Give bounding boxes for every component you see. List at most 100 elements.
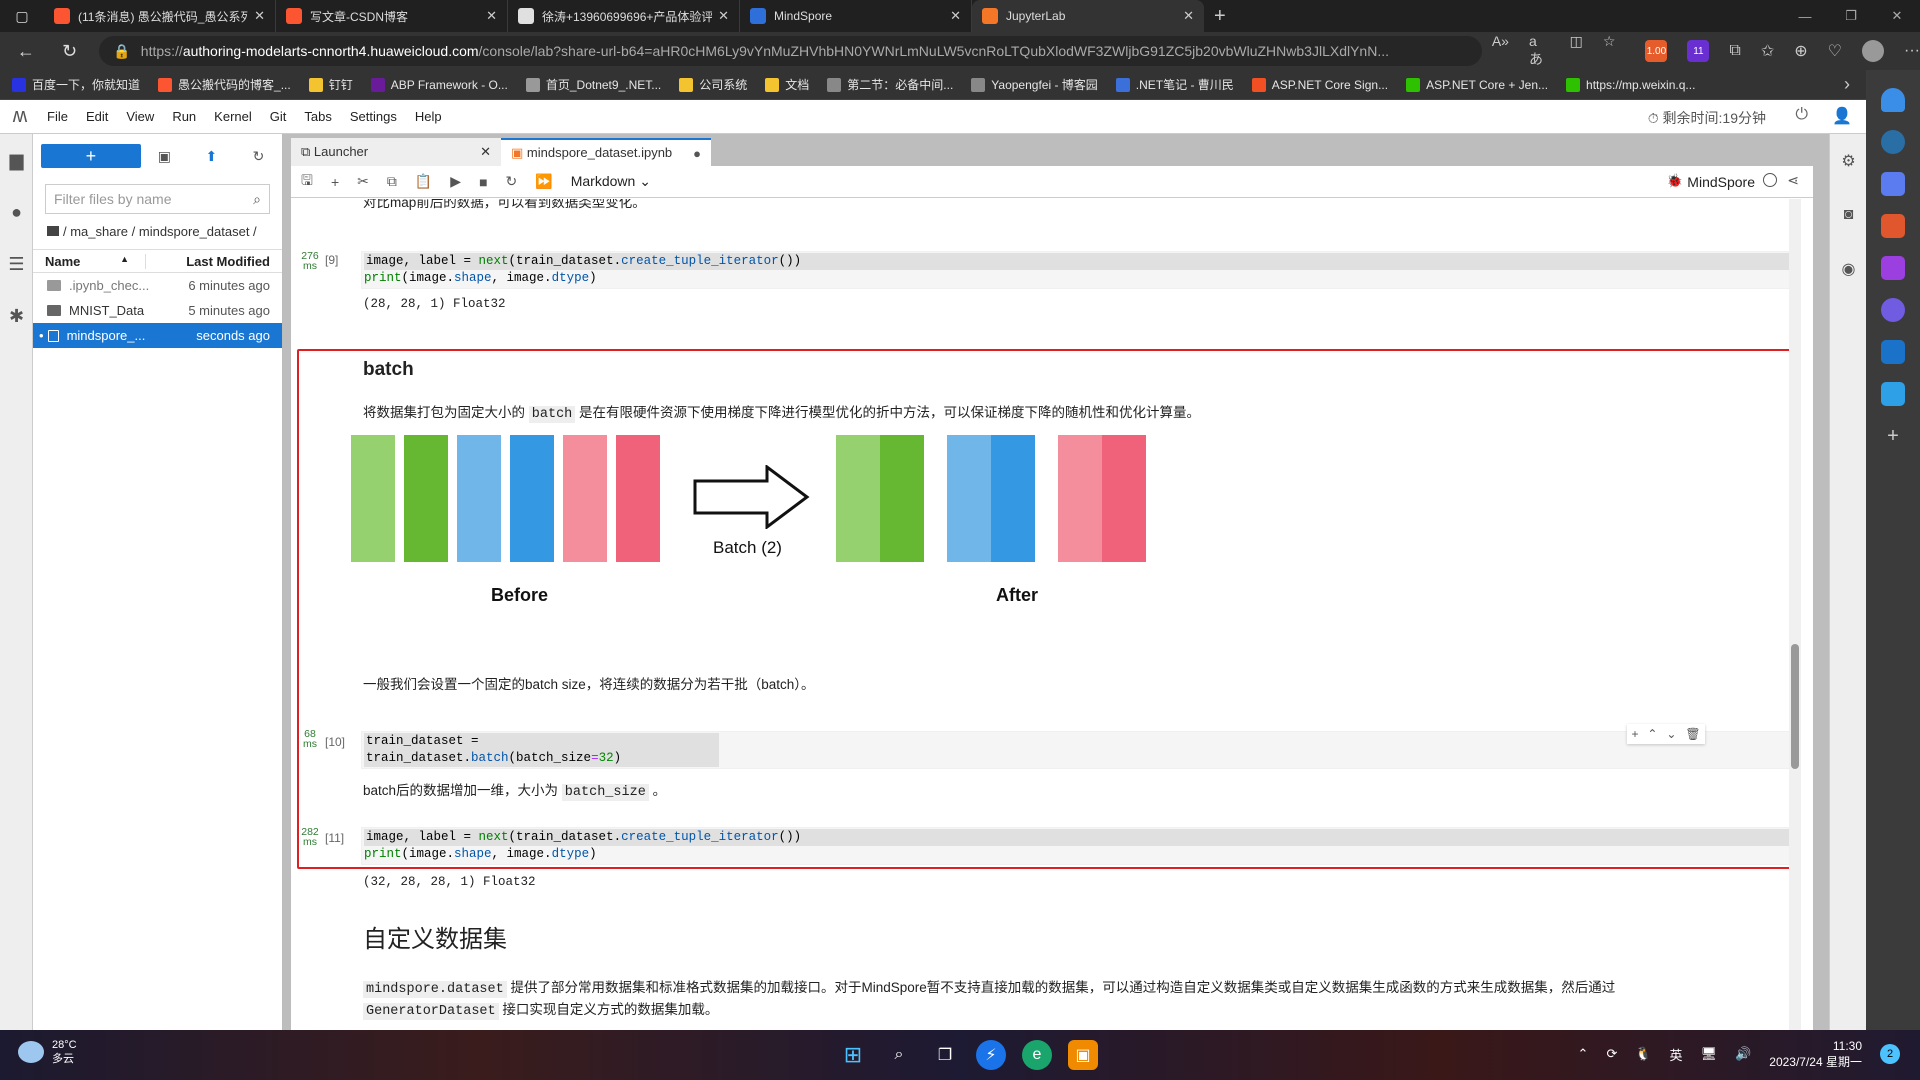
refresh-icon[interactable]: ↻ <box>52 33 88 69</box>
breadcrumb[interactable]: / ma_share / mindspore_dataset / <box>47 224 268 239</box>
column-name[interactable]: Name ▲ <box>33 253 146 269</box>
code-cell[interactable]: image, label = next(train_dataset.create… <box>361 827 1801 865</box>
file-row[interactable]: • mindspore_... seconds ago <box>33 323 282 348</box>
show-hidden-icons[interactable]: ⌃ <box>1578 1046 1589 1062</box>
code-cell[interactable]: image, label = next(train_dataset.create… <box>361 251 1801 289</box>
bookmark-item[interactable]: ABP Framework - O... <box>370 77 508 92</box>
column-last-modified[interactable]: Last Modified <box>146 254 282 269</box>
refresh-files-icon[interactable]: ↻ <box>235 148 282 165</box>
code-cell[interactable]: train_dataset = train_dataset.batch(batc… <box>361 731 1801 769</box>
bookmark-item[interactable]: https://mp.weixin.q... <box>1566 77 1695 92</box>
move-up-icon[interactable]: ⌃ <box>1647 727 1657 741</box>
send-icon[interactable] <box>1881 382 1905 406</box>
power-icon[interactable]: ⏻ <box>1795 106 1808 124</box>
tab-actions-icon[interactable]: ▢ <box>0 0 44 32</box>
bookmark-item[interactable]: 第二节：必备中间... <box>827 76 953 93</box>
stop-icon[interactable]: ■ <box>479 174 487 190</box>
close-tab-icon[interactable]: ✕ <box>950 8 961 24</box>
search-icon[interactable]: ⌕ <box>884 1040 914 1070</box>
cell-type-select[interactable]: Markdown ⌄ <box>571 173 651 190</box>
menu-tabs[interactable]: Tabs <box>304 109 331 124</box>
user-icon[interactable]: 👤 <box>1832 106 1852 126</box>
menu-file[interactable]: File <box>47 109 68 124</box>
extension-icon[interactable]: 1.00 <box>1645 40 1668 62</box>
favorites-icon[interactable]: ✩ <box>1761 41 1774 61</box>
debugger-icon[interactable]: 🐞 <box>1667 173 1683 189</box>
ime-indicator[interactable]: 英 <box>1670 1045 1683 1064</box>
more-menu-icon[interactable]: ··· <box>1904 42 1920 60</box>
notification-badge[interactable]: 2 <box>1880 1044 1900 1064</box>
kernel-name[interactable]: MindSpore <box>1687 174 1755 190</box>
tag-icon[interactable] <box>1881 172 1905 196</box>
menu-git[interactable]: Git <box>270 109 287 124</box>
menu-view[interactable]: View <box>126 109 154 124</box>
task-view-icon[interactable]: ❐ <box>930 1040 960 1070</box>
add-cell-icon[interactable]: + <box>1631 727 1638 741</box>
notebook-scrollbar[interactable] <box>1789 199 1801 1030</box>
qq-icon[interactable]: 🐧 <box>1635 1046 1651 1062</box>
start-icon[interactable]: ⊞ <box>838 1040 868 1070</box>
browser-tab[interactable]: (11条消息) 愚公搬代码_愚公系列 ✕ <box>44 0 276 32</box>
collections-icon[interactable]: ⊕ <box>1794 41 1807 61</box>
restore-button[interactable]: ❐ <box>1828 0 1874 32</box>
browser-essentials-icon[interactable]: ♡ <box>1828 41 1842 61</box>
extensions-icon[interactable]: ✱ <box>0 290 33 342</box>
tab-launcher[interactable]: ⧉ Launcher ✕ <box>291 138 501 166</box>
read-aloud-icon[interactable]: A» <box>1492 33 1509 69</box>
share-icon[interactable]: ⋖ <box>1787 172 1799 189</box>
new-folder-icon[interactable]: ▣ <box>141 148 188 165</box>
new-launcher-button[interactable]: + <box>41 144 141 168</box>
close-tab-icon[interactable]: ✕ <box>486 8 497 24</box>
split-screen-icon[interactable]: ◫ <box>1570 33 1583 69</box>
extension-icon[interactable]: 11 <box>1687 40 1710 62</box>
browser-tab[interactable]: JupyterLab ✕ <box>972 0 1204 32</box>
weather-widget[interactable]: 28°C 多云 <box>18 1038 77 1066</box>
bookmark-item[interactable]: ASP.NET Core Sign... <box>1251 77 1388 92</box>
copilot-icon[interactable] <box>1881 298 1905 322</box>
restart-icon[interactable]: ↻ <box>506 173 518 190</box>
vmware-icon[interactable]: ▣ <box>1068 1040 1098 1070</box>
run-all-icon[interactable]: ⏩ <box>535 173 552 190</box>
menu-help[interactable]: Help <box>415 109 442 124</box>
bookmark-item[interactable]: Yaopengfei - 博客园 <box>971 76 1098 93</box>
new-tab-button[interactable]: + <box>1214 5 1226 28</box>
back-icon[interactable]: ← <box>8 33 44 69</box>
filter-files-input[interactable]: Filter files by name ⌕ <box>45 184 270 214</box>
delete-cell-icon[interactable]: 🗑 <box>1685 727 1700 741</box>
scrollbar-thumb[interactable] <box>1791 644 1799 769</box>
search-icon[interactable] <box>1881 130 1905 154</box>
sync-icon[interactable]: ⟳ <box>1606 1046 1617 1062</box>
tab-notebook[interactable]: ▣ mindspore_dataset.ipynb ● <box>501 138 711 166</box>
bookmark-item[interactable]: .NET笔记 - 曹川民 <box>1115 76 1234 93</box>
unsaved-dot-icon[interactable]: ● <box>693 146 701 161</box>
file-row[interactable]: MNIST_Data 5 minutes ago <box>33 298 282 323</box>
clock[interactable]: 11:30 2023/7/24 星期一 <box>1769 1038 1862 1070</box>
profile-avatar[interactable] <box>1862 40 1885 62</box>
bookmark-item[interactable]: 文档 <box>765 76 809 93</box>
minimize-button[interactable]: — <box>1782 0 1828 32</box>
close-tab-icon[interactable]: ✕ <box>718 8 729 24</box>
games-icon[interactable] <box>1881 256 1905 280</box>
layers-icon[interactable]: ◉ <box>1830 242 1867 296</box>
property-inspector-icon[interactable]: ⚙ <box>1830 134 1867 188</box>
menu-settings[interactable]: Settings <box>350 109 397 124</box>
bookmark-item[interactable]: 首页_Dotnet9_.NET... <box>525 76 661 93</box>
close-tab-icon[interactable]: ✕ <box>1183 8 1194 24</box>
move-down-icon[interactable]: ⌄ <box>1666 727 1676 741</box>
add-icon[interactable]: + <box>1881 424 1905 448</box>
menu-edit[interactable]: Edit <box>86 109 108 124</box>
browser-tab[interactable]: 写文章-CSDN博客 ✕ <box>276 0 508 32</box>
save-icon[interactable]: 🖫 <box>301 170 313 194</box>
bookmark-item[interactable]: 钉钉 <box>308 76 353 93</box>
url-input[interactable]: 🔒 https://authoring-modelarts-cnnorth4.h… <box>99 36 1482 66</box>
bookmark-item[interactable]: 百度一下，你就知道 <box>12 76 140 93</box>
favorite-star-icon[interactable]: ☆ <box>1603 33 1616 69</box>
table-of-contents-icon[interactable]: ☰ <box>0 238 33 290</box>
notification-bell-icon[interactable] <box>1881 88 1905 112</box>
copy-icon[interactable]: ⧉ <box>387 173 397 190</box>
bookmark-item[interactable]: 愚公搬代码的博客_... <box>158 76 291 93</box>
outlook-icon[interactable] <box>1881 340 1905 364</box>
network-icon[interactable]: 🖥 <box>1701 1046 1718 1062</box>
close-tab-icon[interactable]: ✕ <box>480 144 491 160</box>
browser-tab[interactable]: 徐涛+13960699696+产品体验评 ✕ <box>508 0 740 32</box>
